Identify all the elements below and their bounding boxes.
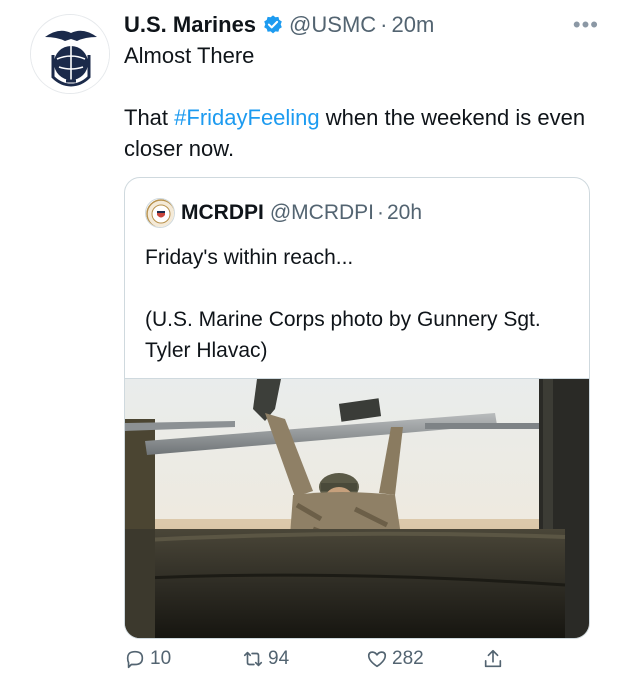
quoted-separator-dot: · xyxy=(377,201,384,224)
quoted-tweet-photo[interactable] xyxy=(125,378,589,638)
reply-count: 10 xyxy=(150,648,172,669)
more-options-icon[interactable]: ••• xyxy=(573,12,599,38)
tweet-title: Almost There xyxy=(124,43,255,68)
verified-badge-icon xyxy=(264,15,282,34)
marine-obstacle-course-photo xyxy=(125,379,589,638)
quoted-author-name[interactable]: MCRDPI xyxy=(181,201,264,225)
mcrdpi-seal-icon xyxy=(146,199,174,227)
quoted-tweet-card[interactable]: MCRDPI @MCRDPI · 20h Friday's within rea… xyxy=(124,177,590,639)
quoted-author-avatar xyxy=(145,198,175,228)
author-avatar[interactable] xyxy=(30,14,110,94)
hashtag-link[interactable]: #FridayFeeling xyxy=(174,105,320,130)
tweet-text-prefix: That xyxy=(124,105,175,130)
retweet-icon xyxy=(243,651,263,667)
tweet-text: That #FridayFeeling when the weekend is … xyxy=(124,102,594,164)
like-icon xyxy=(367,651,387,668)
like-count: 282 xyxy=(392,648,424,669)
retweet-button[interactable]: 94 xyxy=(242,648,289,670)
reply-button[interactable]: 10 xyxy=(124,648,171,670)
reply-icon xyxy=(126,650,144,669)
like-button[interactable]: 282 xyxy=(366,648,424,670)
quoted-author-handle[interactable]: @MCRDPI xyxy=(270,201,374,225)
separator-dot: · xyxy=(380,12,388,37)
share-button[interactable] xyxy=(482,648,508,670)
tweet-timestamp[interactable]: 20m xyxy=(391,12,434,38)
quoted-tweet-timestamp[interactable]: 20h xyxy=(387,201,422,225)
tweet-header: U.S. Marines @USMC · 20m ••• xyxy=(124,10,599,40)
retweet-count: 94 xyxy=(268,648,290,669)
tweet-action-bar: 10 94 282 xyxy=(124,648,524,680)
quoted-tweet-text: Friday's within reach... (U.S. Marine Co… xyxy=(145,246,541,362)
author-handle[interactable]: @USMC xyxy=(289,12,376,38)
share-icon xyxy=(484,649,502,668)
author-name[interactable]: U.S. Marines xyxy=(124,12,256,38)
quoted-tweet-header: MCRDPI @MCRDPI · 20h xyxy=(145,198,422,228)
eagle-globe-anchor-emblem xyxy=(31,15,109,93)
